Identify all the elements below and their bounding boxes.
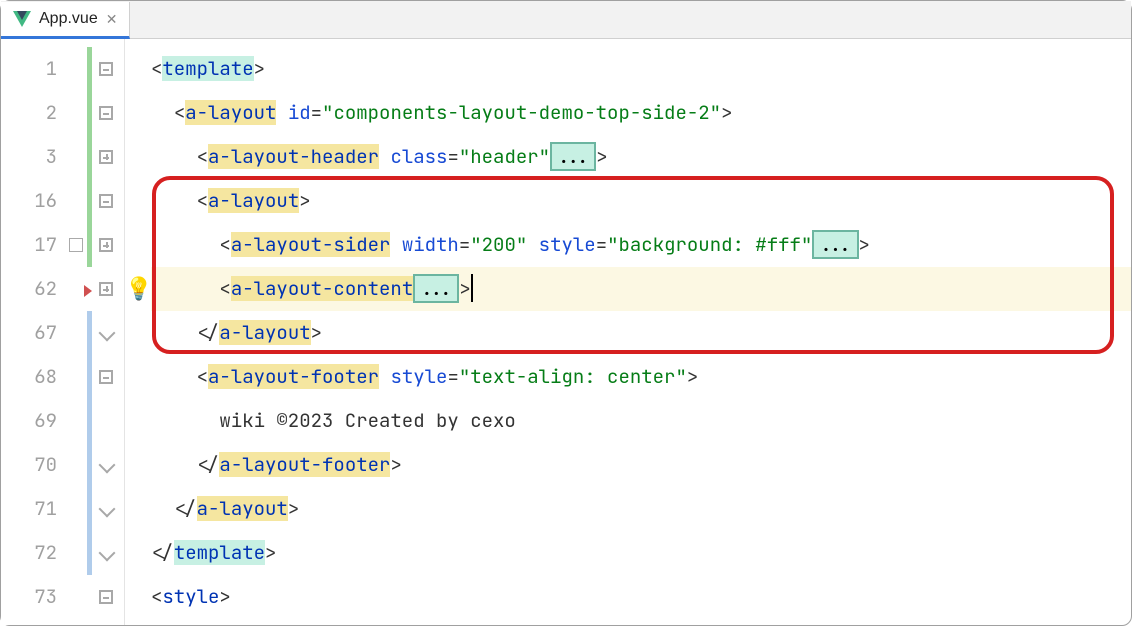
icon-gutter xyxy=(67,39,87,625)
hint-gutter: 💡 xyxy=(125,39,151,625)
line-number: 72 xyxy=(1,531,67,575)
line-number: 70 xyxy=(1,443,67,487)
code-line: <a-layout> xyxy=(151,179,1131,223)
code-line: <style> xyxy=(151,575,1131,619)
close-icon[interactable]: ✕ xyxy=(106,11,118,28)
fold-expand-icon[interactable] xyxy=(99,238,113,252)
vcs-gutter xyxy=(87,39,97,625)
code-line: <a-layout id="components-layout-demo-top… xyxy=(151,91,1131,135)
fold-end-icon[interactable] xyxy=(99,501,116,518)
editor[interactable]: 1 2 3 16 17 62 67 68 69 70 71 72 73 xyxy=(1,39,1131,625)
code-line: </a-layout-footer> xyxy=(151,443,1131,487)
code-line: </a-layout> xyxy=(151,311,1131,355)
line-number: 3 xyxy=(1,135,67,179)
code-line: <a-layout-sider width="200" style="backg… xyxy=(151,223,1131,267)
fold-ellipsis[interactable]: ... xyxy=(550,142,596,171)
fold-collapse-icon[interactable] xyxy=(99,370,113,384)
tab-app-vue[interactable]: App.vue ✕ xyxy=(1,2,130,39)
fold-expand-icon[interactable] xyxy=(99,150,113,164)
code-line: wiki ©2023 Created by cexo xyxy=(151,399,1131,443)
line-number: 16 xyxy=(1,179,67,223)
fold-expand-icon[interactable] xyxy=(99,282,113,296)
line-number: 2 xyxy=(1,91,67,135)
fold-end-icon[interactable] xyxy=(99,545,116,562)
line-number: 1 xyxy=(1,47,67,91)
line-number: 69 xyxy=(1,399,67,443)
line-number: 67 xyxy=(1,311,67,355)
line-number: 17 xyxy=(1,223,67,267)
code-line: <template> xyxy=(151,47,1131,91)
fold-gutter xyxy=(97,39,125,625)
line-number-gutter: 1 2 3 16 17 62 67 68 69 70 71 72 73 xyxy=(1,39,67,625)
code-line: <a-layout-header class="header"...> xyxy=(151,135,1131,179)
checkbox-icon[interactable] xyxy=(69,238,83,252)
tab-label: App.vue xyxy=(39,10,98,28)
fold-collapse-icon[interactable] xyxy=(99,194,113,208)
code-line: </a-layout> xyxy=(151,487,1131,531)
code-line: <a-layout-footer style="text-align: cent… xyxy=(151,355,1131,399)
fold-end-icon[interactable] xyxy=(99,325,116,342)
line-number: 73 xyxy=(1,575,67,619)
code-line: </template> xyxy=(151,531,1131,575)
fold-end-icon[interactable] xyxy=(99,457,116,474)
fold-collapse-icon[interactable] xyxy=(99,62,113,76)
fold-ellipsis[interactable]: ... xyxy=(413,274,459,303)
intention-bulb-icon[interactable]: 💡 xyxy=(125,267,151,311)
line-number: 62 xyxy=(1,267,67,311)
line-number: 68 xyxy=(1,355,67,399)
tab-bar: App.vue ✕ xyxy=(1,1,1131,39)
fold-ellipsis[interactable]: ... xyxy=(812,230,858,259)
current-line-highlight: <a-layout-content...> xyxy=(151,267,1131,311)
vue-icon xyxy=(13,11,31,27)
fold-collapse-icon[interactable] xyxy=(99,106,113,120)
line-number: 71 xyxy=(1,487,67,531)
fold-collapse-icon[interactable] xyxy=(99,590,113,604)
code-content[interactable]: <template> <a-layout id="components-layo… xyxy=(151,39,1131,625)
text-caret xyxy=(471,274,473,302)
